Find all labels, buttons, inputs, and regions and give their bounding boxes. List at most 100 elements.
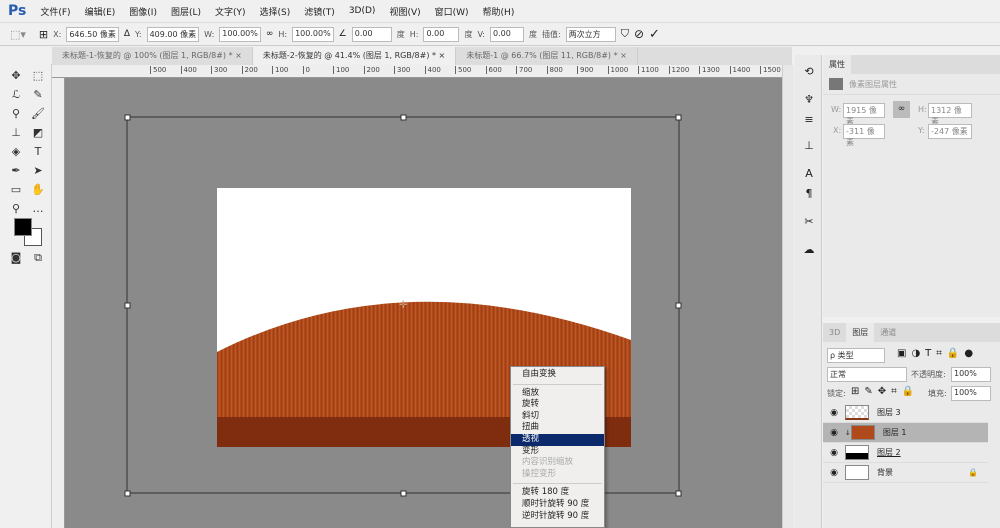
commit-icon[interactable]: ✓ [649,27,660,42]
layer-thumbnail [845,445,869,460]
width-field[interactable]: 1915 像素 [843,103,885,126]
brush-presets-icon[interactable]: ♆ [801,93,817,109]
menu-file[interactable]: 文件(F) [40,5,70,18]
eraser-icon[interactable]: ◩ [30,125,46,141]
fill-field[interactable]: 100% [951,386,991,401]
hskew-field[interactable]: 0.00 [423,26,460,42]
visibility-eye-icon[interactable]: ◉ [823,408,845,418]
layer-filter-select[interactable]: ρ 类型 [827,348,885,363]
angle-field[interactable]: 0.00 [351,26,392,42]
zoom-tool-icon[interactable]: ⚲ [8,201,24,217]
menu-item-rotate-90-cw[interactable]: 顺时针旋转 90 度 [511,499,604,511]
layer-row[interactable]: ◉ 背景 🔒 [823,463,988,483]
menu-item-perspective[interactable]: 透视 [511,433,604,446]
bucket-icon[interactable]: ◈ [8,144,24,160]
layer-name: 图层 1 [882,428,907,437]
tab-channels[interactable]: 通道 [874,323,902,342]
tab-properties[interactable]: 属性 [823,55,851,74]
menu-item-scale[interactable]: 缩放 [511,388,604,400]
screen-mode-icon[interactable]: ⧉ [30,250,46,266]
menu-image[interactable]: 图像(I) [129,5,157,18]
ruler-tick-label: 800 [546,66,563,74]
interpolation-select[interactable]: 两次立方 [565,26,616,42]
lasso-tool-icon[interactable]: ℒ [8,87,24,103]
clone-source-icon[interactable]: ⊥ [801,139,817,155]
history-icon[interactable]: ⟲ [801,65,817,81]
width-field[interactable]: 100.00% [219,26,261,42]
ruler-tick-label: 600 [485,66,502,74]
stamp-icon[interactable]: ⊥ [8,125,24,141]
context-menu: 自由变换 缩放 旋转 斜切 扭曲 透视 变形 内容识别缩放 操控变形 旋转 18… [510,366,605,528]
height-field[interactable]: 100.00% [292,26,334,42]
layer-row[interactable]: ◉ 图层 2 [823,443,988,463]
menu-item-distort[interactable]: 扭曲 [511,422,604,434]
libraries-icon[interactable]: ☁ [801,243,817,259]
tools-icon[interactable]: ✂ [801,215,817,231]
vskew-field[interactable]: 0.00 [489,26,524,42]
warp-mode-icon[interactable]: ⛉ [621,27,629,41]
character-icon[interactable]: A [801,167,817,183]
type-tool-icon[interactable]: T [30,144,46,160]
transform-tool-icon[interactable]: ⬚▾ [10,28,26,41]
menu-item-rotate-90-ccw[interactable]: 逆时针旋转 90 度 [511,511,604,523]
visibility-eye-icon[interactable]: ◉ [823,448,845,458]
menu-item-rotate-180[interactable]: 旋转 180 度 [511,487,604,499]
quick-mask-icon[interactable]: ◙ [8,250,24,266]
tab-document-3[interactable]: 未标题-1 @ 66.7% (图层 11, RGB/8#) * × [456,47,638,65]
menu-filter[interactable]: 滤镜(T) [304,5,335,18]
blend-mode-select[interactable]: 正常 [827,367,907,382]
layer-row[interactable]: ◉ 图层 3 [823,403,988,423]
more-tools-icon[interactable]: … [30,201,46,217]
tab-document-2[interactable]: 未标题-2-恢复的 @ 41.4% (图层 1, RGB/8#) * × [252,47,457,65]
menu-item-rotate[interactable]: 旋转 [511,399,604,411]
x-field[interactable]: -311 像素 [843,124,885,147]
menu-select[interactable]: 选择(S) [260,5,291,18]
tab-layers[interactable]: 图层 [846,323,875,342]
paragraph-icon[interactable]: ¶ [801,187,817,203]
move-tool-icon[interactable]: ✥ [8,68,24,84]
y-field[interactable]: -247 像素 [928,124,972,139]
menu-3d[interactable]: 3D(D) [349,6,376,16]
y-field[interactable]: 409.00 像素 [146,26,200,42]
menu-edit[interactable]: 编辑(E) [85,5,116,18]
tab-document-1[interactable]: 未标题-1-恢复的 @ 100% (图层 1, RGB/8#) * × [52,47,253,65]
layer-row-selected[interactable]: ◉ ↓ 图层 1 [823,423,988,443]
quick-select-icon[interactable]: ✎ [30,87,46,103]
menu-item-skew[interactable]: 斜切 [511,411,604,423]
reference-point-icon[interactable]: ⊞ [39,28,48,41]
foreground-color-swatch[interactable] [14,218,32,236]
ruler-tick-label: 1100 [638,66,659,74]
eyedropper-icon[interactable]: ⚲ [8,106,24,122]
menu-view[interactable]: 视图(V) [389,5,420,18]
lock-icons[interactable]: ⊞✎✥⌗🔒 [851,386,919,397]
height-field[interactable]: 1312 像素 [928,103,972,126]
ruler-tick-label: 1500 [760,66,781,74]
marquee-tool-icon[interactable]: ⬚ [30,68,46,84]
x-field[interactable]: 646.50 像素 [66,26,119,42]
menu-layer[interactable]: 图层(L) [171,5,201,18]
menu-item-warp[interactable]: 变形 [511,446,604,458]
menu-help[interactable]: 帮助(H) [483,5,515,18]
tab-3d[interactable]: 3D [823,324,846,341]
adjustments-icon[interactable]: ≡ [801,113,817,129]
opacity-field[interactable]: 100% [951,367,991,382]
menu-item-free-transform[interactable]: 自由变换 [511,369,604,381]
visibility-eye-icon[interactable]: ◉ [823,428,845,438]
link-icon[interactable]: ∞ [266,29,274,39]
filter-icons[interactable]: ▣◑T⌗🔒● [897,348,978,359]
link-dimensions-icon[interactable]: ∞ [893,101,910,118]
rectangle-tool-icon[interactable]: ▭ [8,182,24,198]
canvas-area[interactable]: ✛ [65,78,782,528]
cancel-icon[interactable]: ⊘ [634,27,644,41]
menu-window[interactable]: 窗口(W) [435,5,469,18]
visibility-eye-icon[interactable]: ◉ [823,468,845,478]
hand-tool-icon[interactable]: ✋ [30,182,46,198]
interpolation-label: 插值: [541,29,561,39]
document-canvas[interactable]: ✛ [65,78,782,528]
menu-type[interactable]: 文字(Y) [215,5,246,18]
delta-icon[interactable]: Δ [124,29,130,39]
pen-tool-icon[interactable]: ✒ [8,163,24,179]
vertical-scrollbar[interactable] [782,65,794,528]
brush-icon[interactable]: 🖌 [30,106,46,122]
path-select-icon[interactable]: ➤ [30,163,46,179]
